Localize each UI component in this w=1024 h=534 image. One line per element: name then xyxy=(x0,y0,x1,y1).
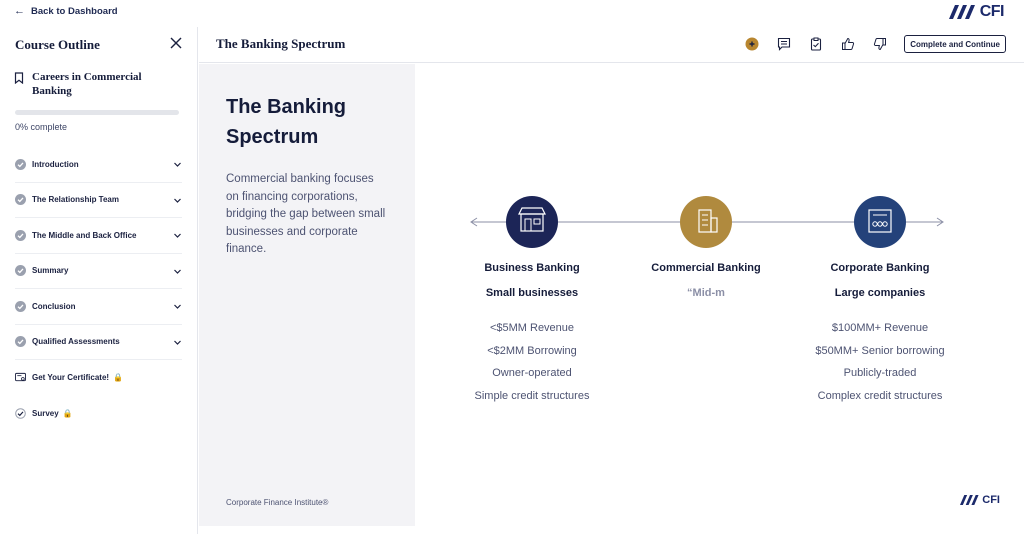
column-list-item: <$2MM Borrowing xyxy=(487,344,577,357)
slide-logo-text: CFI xyxy=(982,494,1000,506)
column-title: Commercial Banking xyxy=(651,262,761,274)
chevron-down-icon[interactable] xyxy=(173,267,182,276)
column-title: Business Banking xyxy=(484,262,580,274)
check-circle-icon xyxy=(15,336,26,348)
spectrum-timeline xyxy=(470,196,944,248)
nav-item-middle-back-office[interactable]: The Middle and Back Office xyxy=(15,218,182,254)
bookmark-add-icon[interactable] xyxy=(744,36,760,52)
nav-item-summary[interactable]: Summary xyxy=(15,254,182,289)
corporate-banking-column: Corporate Banking Large companies $100MM… xyxy=(790,262,970,408)
commercial-banking-column: Commercial Banking “Mid-m xyxy=(616,262,796,301)
nav-item-relationship-team[interactable]: The Relationship Team xyxy=(15,183,182,218)
nav-item-label: Introduction xyxy=(32,159,79,169)
logo-text: CFI xyxy=(979,3,1005,20)
column-subtitle: Large companies xyxy=(834,287,926,299)
chevron-down-icon[interactable] xyxy=(173,231,182,240)
slide-right-panel: Business Banking Small businesses <$5MM … xyxy=(415,64,1024,526)
nav-item-label: The Relationship Team xyxy=(32,195,119,205)
column-list-item: <$5MM Revenue xyxy=(489,322,575,334)
nav-item-get-certificate[interactable]: Get Your Certificate! 🔒 xyxy=(15,360,182,396)
notes-icon[interactable] xyxy=(776,36,792,52)
nav-item-introduction[interactable]: Introduction xyxy=(15,147,182,183)
check-circle-icon xyxy=(15,300,26,312)
nav-item-label: The Middle and Back Office xyxy=(32,230,137,240)
column-list-item: $100MM+ Revenue xyxy=(831,322,929,334)
thumbs-up-icon[interactable] xyxy=(840,36,856,52)
chevron-down-icon[interactable] xyxy=(173,196,182,205)
nav-item-label: Summary xyxy=(32,266,69,276)
top-bar: ← Back to Dashboard CFI xyxy=(0,0,1024,27)
nav-item-qualified-assessments[interactable]: Qualified Assessments xyxy=(15,325,182,360)
column-title: Corporate Banking xyxy=(830,262,930,274)
lock-icon: 🔒 xyxy=(62,408,73,418)
check-circle-icon xyxy=(15,194,26,206)
lesson-toolbar: Complete and Continue xyxy=(744,35,1006,53)
course-title-text: Careers in Commercial Banking xyxy=(32,71,142,97)
column-list-item: $50MM+ Senior borrowing xyxy=(815,344,945,357)
slide-description: Commercial banking focuses on financing … xyxy=(226,173,386,255)
column-list-item: Owner-operated xyxy=(492,367,572,380)
progress-label: 0% complete xyxy=(15,122,68,132)
slide-left-panel: The Banking Spectrum Commercial banking … xyxy=(199,64,415,526)
chevron-down-icon[interactable] xyxy=(173,160,182,169)
column-subtitle: “Mid-m xyxy=(687,287,725,299)
check-circle-outline-icon xyxy=(15,407,26,419)
cfi-logo[interactable]: CFI xyxy=(948,3,1005,21)
office-building-icon xyxy=(680,196,732,248)
column-list-item: Publicly-traded xyxy=(843,367,917,380)
back-to-dashboard-link[interactable]: ← Back to Dashboard xyxy=(14,5,118,17)
bookmark-icon xyxy=(14,72,24,84)
column-subtitle: Small businesses xyxy=(485,287,579,299)
clipboard-icon[interactable] xyxy=(808,36,824,52)
column-list: <$5MM Revenue <$2MM Borrowing Owner-oper… xyxy=(442,317,622,408)
nav-item-label: Get Your Certificate! xyxy=(32,373,110,383)
skyscraper-icon xyxy=(854,196,906,248)
sidebar-header: Course Outline xyxy=(15,36,183,54)
sidebar-title: Course Outline xyxy=(15,37,100,52)
chevron-down-icon[interactable] xyxy=(173,338,182,347)
check-circle-icon xyxy=(15,229,26,241)
nav-item-label: Conclusion xyxy=(32,301,76,311)
check-circle-icon xyxy=(15,158,26,170)
column-list-item: Simple credit structures xyxy=(474,390,590,403)
certificate-icon xyxy=(15,373,26,382)
chevron-down-icon[interactable] xyxy=(173,302,182,311)
lesson-header: The Banking Spectrum Complete and Contin… xyxy=(199,27,1024,63)
nav-item-label: Survey xyxy=(32,408,59,418)
column-list-item: Complex credit structures xyxy=(817,390,943,403)
column-list: $100MM+ Revenue $50MM+ Senior borrowing … xyxy=(790,317,970,408)
cfi-logo-mark-icon xyxy=(960,495,979,505)
slide-viewer: The Banking Spectrum Commercial banking … xyxy=(199,64,1024,526)
close-icon[interactable] xyxy=(169,36,183,50)
back-link-label: Back to Dashboard xyxy=(31,5,118,17)
slide-title: The Banking Spectrum xyxy=(226,96,347,148)
slide-footer: Corporate Finance Institute® xyxy=(226,498,329,507)
slide-cfi-logo: CFI xyxy=(960,494,1000,506)
lesson-title: The Banking Spectrum xyxy=(216,36,346,51)
course-title: Careers in Commercial Banking xyxy=(14,70,184,98)
course-nav-list: Introduction The Relationship Team The M… xyxy=(0,147,197,431)
business-banking-column: Business Banking Small businesses <$5MM … xyxy=(442,262,622,408)
cfi-logo-mark-icon xyxy=(948,5,975,19)
nav-item-survey[interactable]: Survey 🔒 xyxy=(15,396,182,432)
progress-bar xyxy=(15,110,179,115)
thumbs-down-icon[interactable] xyxy=(872,36,888,52)
check-circle-icon xyxy=(15,265,26,277)
course-outline-sidebar: Course Outline Careers in Commercial Ban… xyxy=(0,27,198,534)
storefront-icon xyxy=(506,196,558,248)
complete-and-continue-button[interactable]: Complete and Continue xyxy=(904,35,1006,53)
bottom-strip xyxy=(199,526,1024,534)
nav-item-conclusion[interactable]: Conclusion xyxy=(15,289,182,325)
lock-icon: 🔒 xyxy=(113,373,124,383)
arrow-left-icon: ← xyxy=(14,5,25,17)
nav-item-label: Qualified Assessments xyxy=(32,337,120,347)
